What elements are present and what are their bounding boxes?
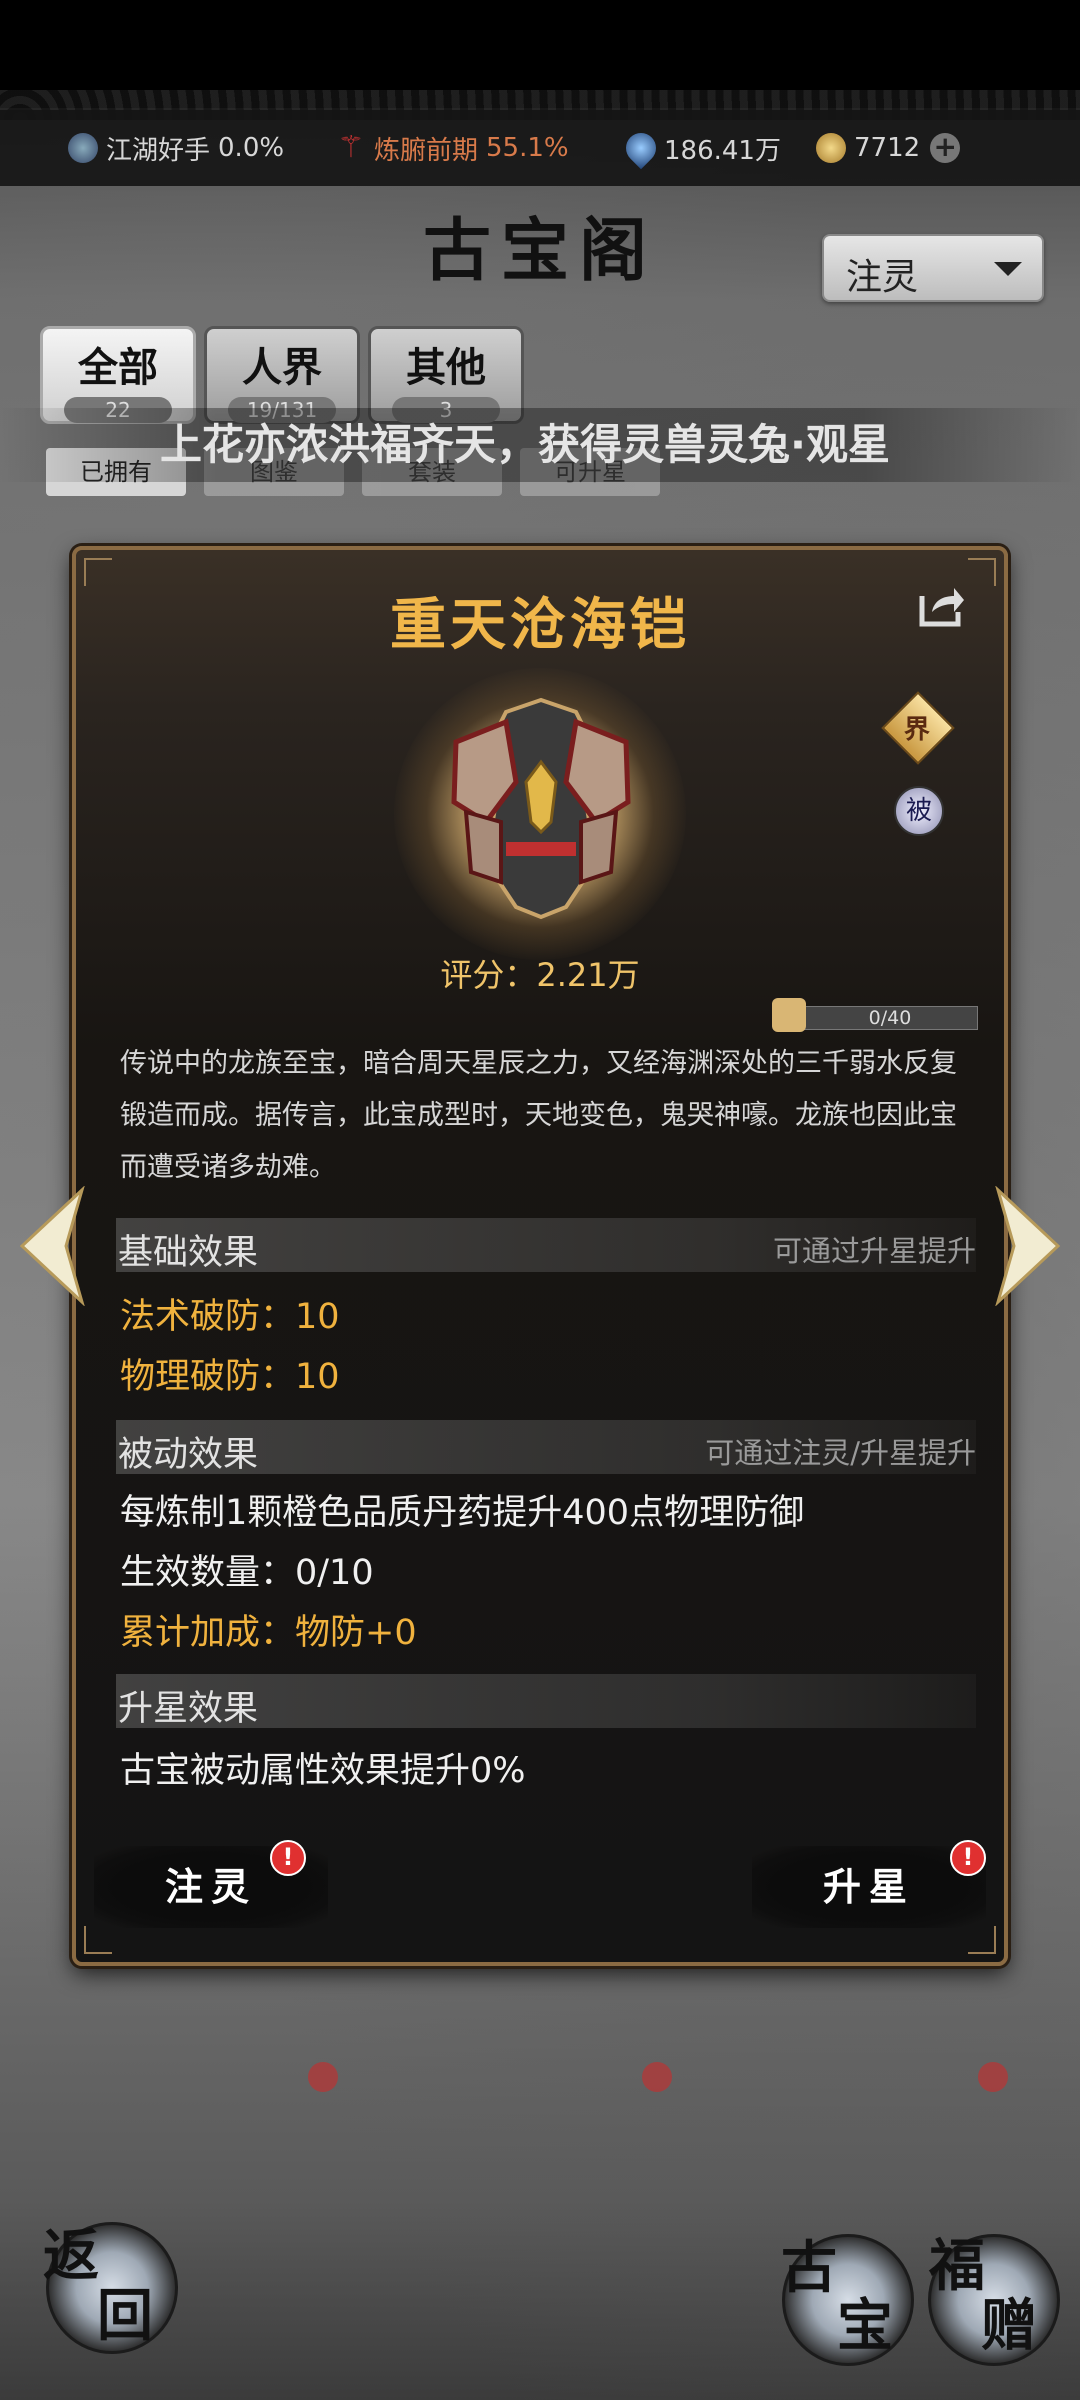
treasure-char-1: 古: [781, 2235, 837, 2301]
realm-badge-text: 界: [903, 715, 930, 746]
realm-value: 55.1%: [486, 133, 569, 163]
section-hint: 可通过升星提升: [772, 1234, 976, 1268]
water-drop-icon: [619, 126, 663, 170]
broadcast-marquee: 上花亦浓洪福齐天，获得灵兽灵兔·观星: [0, 408, 1080, 482]
tab-label: 其他: [406, 344, 486, 391]
tab-label: 全部: [78, 344, 158, 391]
cultivation-resource: 江湖好手 0.0%: [68, 130, 284, 167]
gift-button[interactable]: 福 赠: [928, 2233, 1060, 2366]
next-arrow-icon[interactable]: [994, 1186, 1064, 1306]
background-alert-dot: [642, 2062, 672, 2092]
passive-effect-header: 被动效果 可通过注灵/升星提升: [116, 1420, 976, 1475]
passive-effect-count: 生效数量：0/10: [120, 1553, 374, 1593]
treasure-detail-panel: 重天沧海铠 界 被 评分：2.21万 0/40 传说中的龙族至宝，暗合周天星辰之…: [72, 546, 1008, 1966]
star-effect-header: 升星效果: [116, 1674, 976, 1729]
puzzle-piece-icon: [772, 998, 806, 1032]
spirit-resource: 186.41万: [619, 126, 781, 170]
cultivation-label: 江湖好手: [106, 135, 211, 166]
dropdown-arrow-icon: [994, 262, 1022, 276]
share-icon[interactable]: [918, 582, 966, 628]
treasure-name: 重天沧海铠: [390, 593, 690, 658]
base-effect-line: 法术破防：10: [120, 1297, 340, 1337]
tab-label: 人界: [242, 344, 322, 391]
coin-resource: 7712 +: [816, 133, 961, 163]
passive-effect-bonus: 累计加成：物防+0: [120, 1613, 417, 1653]
treasure-description: 传说中的龙族至宝，暗合周天星辰之力，又经海渊深处的三千弱水反复锻造而成。据传言，…: [120, 1048, 957, 1183]
armor-treasure-image: [451, 697, 631, 920]
base-effect-header: 基础效果 可通过升星提升: [116, 1218, 976, 1273]
ancient-treasure-button[interactable]: 古 宝: [781, 2234, 914, 2366]
section-title: 升星效果: [118, 1689, 259, 1729]
add-coins-button[interactable]: +: [930, 133, 961, 163]
frame-corner: [84, 1926, 112, 1954]
star-effect-line: 古宝被动属性效果提升0%: [120, 1751, 526, 1791]
section-title: 被动效果: [118, 1435, 259, 1475]
fragment-count: 0/40: [868, 1007, 912, 1029]
gift-char-1: 福: [929, 2233, 985, 2299]
fragment-progress: 0/40: [772, 998, 978, 1032]
section-hint: 可通过注灵/升星提升: [705, 1436, 976, 1470]
trident-icon: ⚚: [337, 130, 365, 165]
previous-arrow-icon[interactable]: [16, 1186, 86, 1306]
coin-value: 7712: [854, 133, 921, 163]
filter-dropdown[interactable]: 注灵: [822, 234, 1044, 302]
realm-badge-icon[interactable]: 界: [881, 691, 955, 765]
cultivation-value: 0.0%: [218, 133, 285, 163]
back-button[interactable]: 返 回: [43, 2222, 178, 2354]
realm-resource: ⚚ 炼腑前期 55.1%: [336, 130, 569, 167]
upgrade-alert-icon: !: [950, 1840, 986, 1876]
coin-icon: [816, 133, 846, 163]
back-char-1: 返: [43, 2223, 99, 2289]
fragment-progress-bar: 0/40: [802, 1006, 978, 1030]
spirit-value: 186.41万: [664, 135, 781, 166]
realm-label: 炼腑前期: [374, 135, 479, 166]
infuse-alert-icon: !: [270, 1840, 306, 1876]
background-alert-dot: [978, 2062, 1008, 2092]
resource-bar: 江湖好手 0.0% ⚚ 炼腑前期 55.1% 186.41万 7712 +: [0, 110, 1080, 186]
game-screen: 江湖好手 0.0% ⚚ 炼腑前期 55.1% 186.41万 7712 + 古宝…: [0, 0, 1080, 2400]
section-title: 基础效果: [118, 1233, 259, 1273]
passive-effect-desc: 每炼制1颗橙色品质丹药提升400点物理防御: [120, 1493, 805, 1533]
filter-dropdown-value: 注灵: [846, 257, 919, 298]
frame-corner: [968, 1926, 996, 1954]
score-value: 2.21万: [536, 956, 640, 994]
score-label: 评分：: [440, 956, 537, 994]
treasure-char-2: 宝: [837, 2293, 893, 2359]
gift-char-2: 赠: [981, 2293, 1037, 2359]
base-effect-line: 物理破防：10: [120, 1357, 340, 1397]
yin-yang-icon: [68, 133, 98, 163]
treasure-score: 评分：2.21万: [76, 950, 1004, 996]
back-char-2: 回: [97, 2283, 153, 2349]
passive-badge-icon[interactable]: 被: [894, 786, 944, 836]
background-alert-dot: [308, 2062, 338, 2092]
